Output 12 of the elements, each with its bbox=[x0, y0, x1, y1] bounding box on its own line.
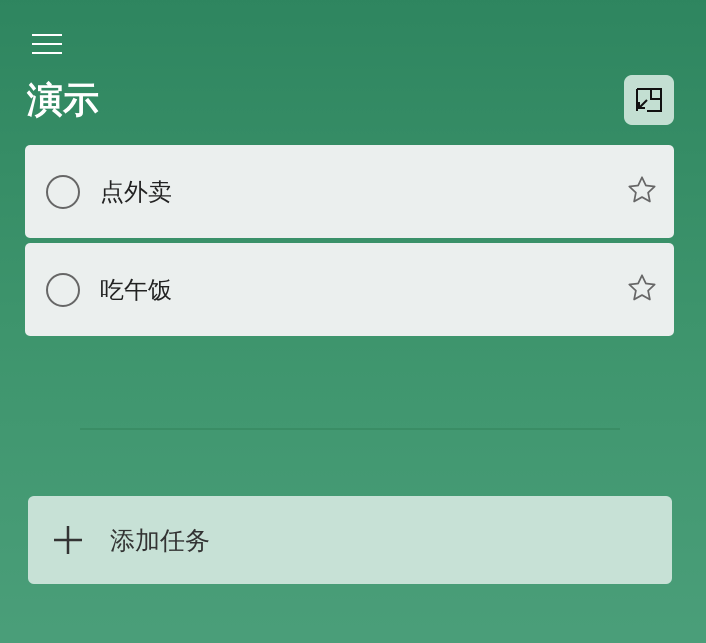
complete-checkbox[interactable] bbox=[46, 272, 80, 306]
resize-icon bbox=[636, 88, 662, 112]
plus-icon bbox=[54, 526, 82, 554]
task-title: 吃午饭 bbox=[100, 274, 173, 306]
resize-button[interactable] bbox=[624, 75, 674, 125]
list-title: 演示 bbox=[27, 78, 99, 122]
add-task-label: 添加任务 bbox=[110, 524, 210, 556]
add-task-button[interactable]: 添加任务 bbox=[28, 496, 672, 584]
task-card[interactable]: 吃午饭 bbox=[25, 243, 674, 336]
task-title: 点外卖 bbox=[100, 176, 173, 208]
task-card[interactable]: 点外卖 bbox=[25, 145, 674, 238]
complete-checkbox[interactable] bbox=[46, 174, 80, 208]
